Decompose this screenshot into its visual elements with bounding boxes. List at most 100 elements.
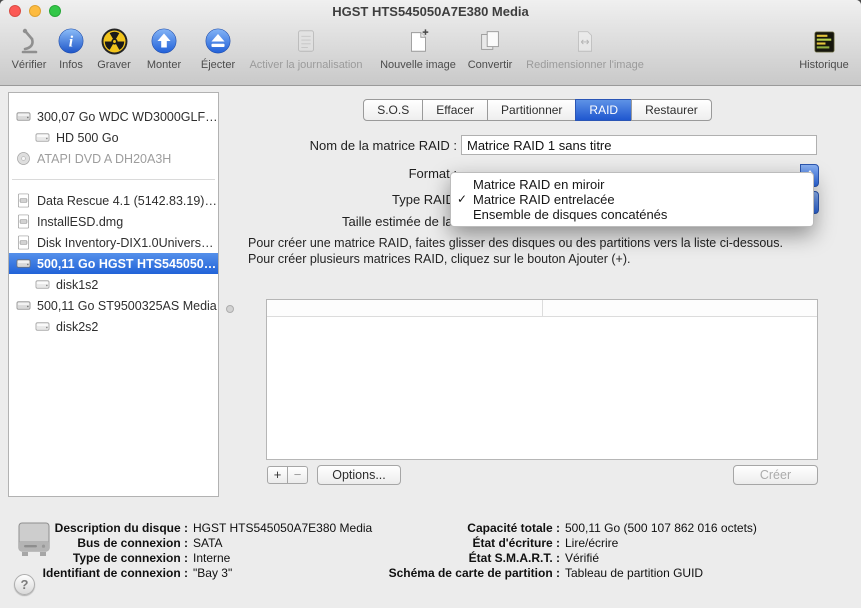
toolbar-burn-button[interactable]: Graver	[92, 25, 136, 71]
raid-help-line2: Pour créer plusieurs matrices RAID, cliq…	[248, 252, 630, 266]
info-label: Bus de connexion :	[28, 536, 188, 550]
toolbar-label: Historique	[799, 59, 849, 71]
raid-help-line1: Pour créer une matrice RAID, faites glis…	[248, 236, 783, 250]
sidebar-item-label: ATAPI DVD A DH20A3H	[37, 152, 171, 166]
tab-erase[interactable]: Effacer	[422, 99, 488, 121]
sidebar-item-volume-disk1s2[interactable]: disk1s2	[9, 274, 218, 295]
toolbar-label: Graver	[97, 59, 131, 71]
sidebar-item-image-datarescue[interactable]: Data Rescue 4.1 (5142.83.19)…	[9, 190, 218, 211]
toolbar-resize-image-button: Redimensionner l'image	[526, 25, 644, 71]
volume-icon	[35, 319, 51, 335]
sidebar-item-disk-st9500325[interactable]: 500,11 Go ST9500325AS Media	[9, 295, 218, 316]
disk-image-icon	[16, 235, 32, 251]
sidebar-item-disk0[interactable]: 300,07 Go WDC WD3000GLF…	[9, 106, 218, 127]
info-label: Schéma de carte de partition :	[360, 566, 560, 580]
raid-type-menu: Matrice RAID en miroir ✓ Matrice RAID en…	[450, 172, 814, 227]
resize-image-icon	[571, 25, 599, 57]
sidebar-item-volume-disk2s2[interactable]: disk2s2	[9, 316, 218, 337]
toolbar-label: Activer la journalisation	[249, 59, 362, 71]
history-icon	[810, 25, 839, 57]
disk-icon	[16, 256, 32, 272]
remove-slice-button[interactable]: −	[287, 466, 308, 484]
tab-sos[interactable]: S.O.S	[363, 99, 423, 121]
toolbar: Vérifier i Infos	[0, 22, 861, 84]
sidebar-item-label: 500,11 Go HGST HTS545050…	[37, 257, 216, 271]
sidebar-item-disk-hgst[interactable]: 500,11 Go HGST HTS545050…	[9, 253, 218, 274]
toolbar-verify-button[interactable]: Vérifier	[8, 25, 50, 71]
journal-icon	[292, 25, 320, 57]
sidebar-separator	[9, 169, 218, 190]
checkmark-icon: ✓	[457, 192, 467, 207]
info-label: État d'écriture :	[360, 536, 560, 550]
info-label: Identifiant de connexion :	[28, 566, 188, 580]
device-sidebar: 300,07 Go WDC WD3000GLF… HD 500 Go ATAPI…	[8, 92, 219, 497]
raid-name-input[interactable]	[461, 135, 817, 155]
disk-image-icon	[16, 214, 32, 230]
raid-type-label: Type RAID	[392, 192, 455, 207]
help-button[interactable]: ?	[14, 574, 35, 595]
info-label: Type de connexion :	[28, 551, 188, 565]
toolbar-new-image-button[interactable]: Nouvelle image	[378, 25, 458, 71]
raid-size-label: Taille estimée de la	[342, 214, 453, 229]
tab-restore[interactable]: Restaurer	[631, 99, 712, 121]
tab-raid[interactable]: RAID	[575, 99, 632, 121]
toolbar-label: Vérifier	[12, 59, 47, 71]
sidebar-item-label: Data Rescue 4.1 (5142.83.19)…	[37, 194, 217, 208]
sidebar-item-optical-drive[interactable]: ATAPI DVD A DH20A3H	[9, 148, 218, 169]
menu-item-mirrored-raid[interactable]: Matrice RAID en miroir	[451, 177, 813, 192]
sidebar-item-label: Disk Inventory-DIX1.0Univers…	[37, 236, 213, 250]
toolbar-label: Convertir	[468, 59, 513, 71]
toolbar-info-button[interactable]: i Infos	[53, 25, 89, 71]
splitter-handle[interactable]	[226, 305, 234, 313]
info-label: État S.M.A.R.T. :	[360, 551, 560, 565]
menu-item-label: Matrice RAID entrelacée	[473, 192, 615, 207]
info-value: SATA	[193, 536, 223, 550]
info-value: 500,11 Go (500 107 862 016 octets)	[565, 521, 757, 535]
optical-disc-icon	[16, 151, 32, 167]
volume-icon	[35, 130, 51, 146]
toolbar-eject-button[interactable]: Éjecter	[194, 25, 242, 71]
toolbar-label: Éjecter	[201, 59, 235, 71]
toolbar-mount-button[interactable]: Monter	[141, 25, 187, 71]
toolbar-history-button[interactable]: Historique	[795, 25, 853, 71]
toolbar-label: Redimensionner l'image	[526, 59, 644, 71]
disk-image-icon	[16, 193, 32, 209]
sidebar-item-image-diskinventory[interactable]: Disk Inventory-DIX1.0Univers…	[9, 232, 218, 253]
toolbar-label: Infos	[59, 59, 83, 71]
titlebar[interactable]: HGST HTS545050A7E380 Media	[0, 0, 861, 22]
toolbar-convert-button[interactable]: Convertir	[462, 25, 518, 71]
menu-item-striped-raid[interactable]: ✓ Matrice RAID entrelacée	[451, 192, 813, 207]
new-image-icon	[404, 25, 432, 57]
sidebar-item-label: HD 500 Go	[56, 131, 119, 145]
toolbar-enable-journaling-button: Activer la journalisation	[244, 25, 368, 71]
mount-icon	[150, 25, 178, 57]
raid-disk-list[interactable]	[266, 299, 818, 460]
column-divider	[542, 300, 543, 316]
raid-format-label: Format :	[230, 166, 457, 181]
create-button: Créer	[733, 465, 818, 485]
toolbar-label: Monter	[147, 59, 181, 71]
sidebar-item-label: disk1s2	[56, 278, 98, 292]
sidebar-item-volume-hd500[interactable]: HD 500 Go	[9, 127, 218, 148]
burn-icon	[100, 25, 129, 57]
menu-item-concatenated-set[interactable]: Ensemble de disques concaténés	[451, 207, 813, 222]
info-icon: i	[57, 25, 85, 57]
tab-bar: S.O.S Effacer Partitionner RAID Restaure…	[230, 99, 845, 121]
disk-icon	[16, 298, 32, 314]
sidebar-item-image-installesd[interactable]: InstallESD.dmg	[9, 211, 218, 232]
menu-item-label: Ensemble de disques concaténés	[473, 207, 667, 222]
tab-partition[interactable]: Partitionner	[487, 99, 576, 121]
sidebar-item-label: InstallESD.dmg	[37, 215, 123, 229]
info-value: "Bay 3"	[193, 566, 232, 580]
sidebar-item-label: 500,11 Go ST9500325AS Media	[37, 299, 217, 313]
options-button[interactable]: Options...	[317, 465, 401, 485]
window-chrome: HGST HTS545050A7E380 Media Vérifier	[0, 0, 861, 86]
info-value: Vérifié	[565, 551, 599, 565]
svg-text:i: i	[69, 34, 74, 51]
raid-disk-list-header	[267, 300, 817, 317]
disk-icon	[16, 109, 32, 125]
volume-icon	[35, 277, 51, 293]
window-title: HGST HTS545050A7E380 Media	[0, 4, 861, 19]
add-slice-button[interactable]: +	[267, 466, 288, 484]
info-value: HGST HTS545050A7E380 Media	[193, 521, 372, 535]
